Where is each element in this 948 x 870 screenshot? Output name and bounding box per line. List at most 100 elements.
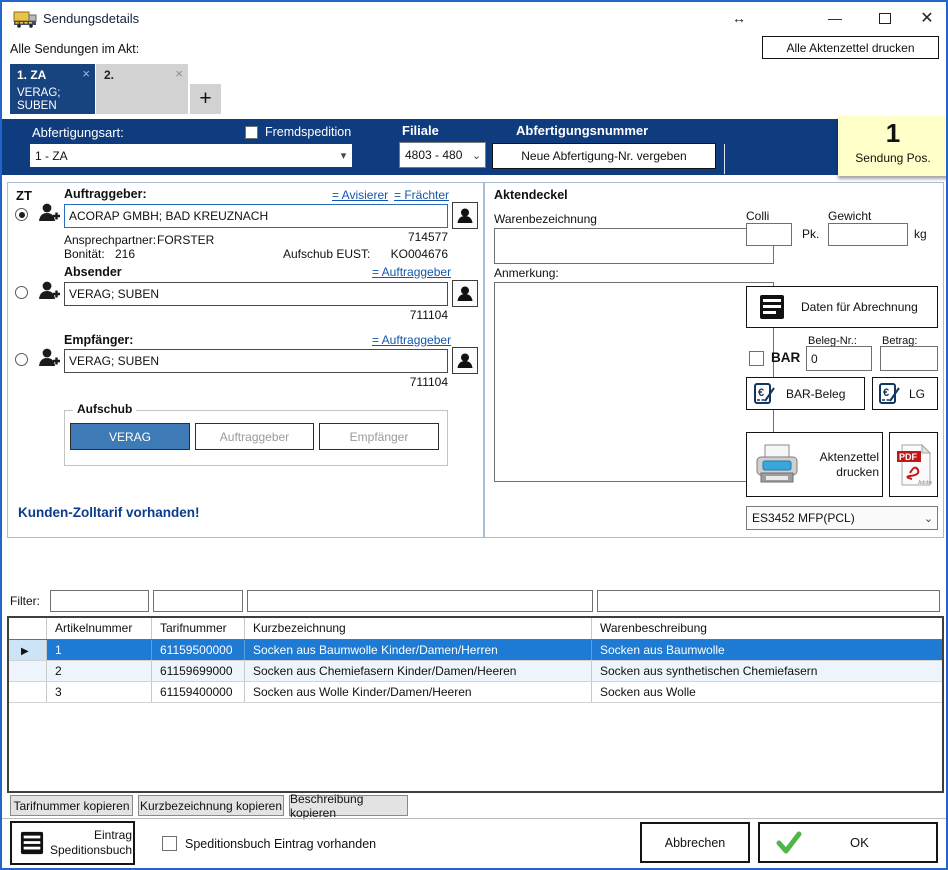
auftraggeber-input[interactable]	[64, 204, 448, 228]
table-row[interactable]: ▶161159500000Socken aus Baumwolle Kinder…	[9, 640, 942, 661]
row-marker[interactable]	[9, 661, 47, 681]
cell-artikelnummer[interactable]: 1	[47, 640, 152, 660]
minimize-icon[interactable]: —	[820, 7, 850, 29]
abfertigungsart-select[interactable]: 1 - ZA ▾	[30, 144, 352, 167]
articles-table-header: Artikelnummer Tarifnummer Kurzbezeichnun…	[9, 618, 942, 640]
cancel-button[interactable]: Abbrechen	[640, 822, 750, 863]
fremdspedition-checkbox[interactable]	[245, 126, 258, 139]
eintrag-speditionsbuch-button[interactable]: Eintrag Speditionsbuch	[10, 821, 135, 865]
sendung-pos-panel: 1 Sendung Pos.	[838, 116, 948, 176]
copy-beschreibung-button[interactable]: Beschreibung kopieren	[289, 795, 408, 816]
tab-shipment-2[interactable]: 2. ×	[96, 64, 188, 114]
header-warenbeschreibung[interactable]: Warenbeschreibung	[592, 618, 942, 639]
abfertigungsart-label: Abfertigungsart:	[32, 125, 124, 140]
tab-close-icon[interactable]: ×	[82, 66, 90, 81]
aufschub-auftraggeber-button[interactable]: Auftraggeber	[195, 423, 314, 450]
tab-shipment-1[interactable]: 1. ZA × VERAG; SUBEN	[10, 64, 95, 114]
header-kurzbezeichnung[interactable]: Kurzbezeichnung	[245, 618, 592, 639]
zt-label: ZT	[16, 188, 32, 203]
cell-kurzbezeichnung[interactable]: Socken aus Wolle Kinder/Damen/Heeren	[245, 682, 592, 702]
add-contact-icon[interactable]	[37, 346, 62, 371]
ok-label: OK	[850, 835, 869, 850]
cell-warenbeschreibung[interactable]: Socken aus Baumwolle	[592, 640, 942, 660]
absender-radio[interactable]	[15, 286, 28, 299]
fraechter-link[interactable]: = Frächter	[394, 188, 449, 202]
auftraggeber-radio[interactable]	[15, 208, 28, 221]
add-tab-button[interactable]: +	[190, 84, 221, 114]
absender-auftraggeber-link[interactable]: = Auftraggeber	[372, 265, 451, 279]
neue-abfertigungsnr-button[interactable]: Neue Abfertigung-Nr. vergeben	[492, 143, 716, 169]
filter-kurzbezeichnung-input[interactable]	[247, 590, 593, 612]
ok-button[interactable]: OK	[758, 822, 938, 863]
daten-fuer-abrechnung-button[interactable]: Daten für Abrechnung	[746, 286, 938, 328]
aufschub-empfaenger-button[interactable]: Empfänger	[319, 423, 439, 450]
bar-beleg-label: BAR-Beleg	[786, 387, 845, 401]
row-marker[interactable]	[9, 682, 47, 702]
cell-artikelnummer[interactable]: 2	[47, 661, 152, 681]
absender-input[interactable]	[64, 282, 448, 306]
printer-select[interactable]: ES3452 MFP(PCL) ⌄	[746, 506, 938, 530]
cell-kurzbezeichnung[interactable]: Socken aus Baumwolle Kinder/Damen/Herren	[245, 640, 592, 660]
aufschub-verag-button[interactable]: VERAG	[70, 423, 190, 450]
close-icon[interactable]: ✕	[912, 7, 942, 29]
cell-warenbeschreibung[interactable]: Socken aus synthetischen Chemiefasern	[592, 661, 942, 681]
copy-kurzbezeichnung-button[interactable]: Kurzbezeichnung kopieren	[138, 795, 284, 816]
print-all-aktenzettel-button[interactable]: Alle Aktenzettel drucken	[762, 36, 939, 59]
empfaenger-contact-button[interactable]	[452, 347, 478, 374]
header-artikelnummer[interactable]: Artikelnummer	[47, 618, 152, 639]
speditionsbuch-checkbox[interactable]	[162, 836, 177, 851]
cell-artikelnummer[interactable]: 3	[47, 682, 152, 702]
header-tarifnummer[interactable]: Tarifnummer	[152, 618, 245, 639]
table-row[interactable]: 261159699000Socken aus Chemiefasern Kind…	[9, 661, 942, 682]
empfaenger-auftraggeber-link[interactable]: = Auftraggeber	[372, 333, 451, 347]
list-icon	[759, 294, 785, 320]
filter-tarifnummer-input[interactable]	[153, 590, 243, 612]
svg-text:Adobe: Adobe	[918, 480, 932, 486]
auftraggeber-contact-button[interactable]	[452, 202, 478, 229]
maximize-icon[interactable]	[870, 7, 900, 29]
printer-value: ES3452 MFP(PCL)	[747, 511, 920, 525]
cell-warenbeschreibung[interactable]: Socken aus Wolle	[592, 682, 942, 702]
add-contact-icon[interactable]	[37, 201, 62, 226]
betrag-input[interactable]	[880, 346, 938, 371]
list-icon	[20, 831, 44, 855]
colli-input[interactable]	[746, 223, 792, 246]
tab-close-icon[interactable]: ×	[175, 66, 183, 81]
aktenzettel-drucken-button[interactable]: Aktenzettel drucken	[746, 432, 883, 497]
empfaenger-radio[interactable]	[15, 353, 28, 366]
colli-unit: Pk.	[802, 227, 819, 241]
aktendeckel-title: Aktendeckel	[494, 188, 568, 202]
filter-artikelnummer-input[interactable]	[50, 590, 149, 612]
bar-beleg-button[interactable]: € BAR-Beleg	[746, 377, 865, 410]
resize-icon[interactable]: ↔	[724, 7, 754, 29]
beleg-nr-input[interactable]	[806, 346, 872, 371]
auftraggeber-label: Auftraggeber:	[64, 187, 147, 201]
cell-kurzbezeichnung[interactable]: Socken aus Chemiefasern Kinder/Damen/Hee…	[245, 661, 592, 681]
add-contact-icon[interactable]	[37, 279, 62, 304]
avisierer-link[interactable]: = Avisierer	[332, 188, 388, 202]
anmerkung-input[interactable]	[494, 282, 774, 482]
cell-tarifnummer[interactable]: 61159400000	[152, 682, 245, 702]
lg-button[interactable]: € LG	[872, 377, 938, 410]
table-row[interactable]: 361159400000Socken aus Wolle Kinder/Dame…	[9, 682, 942, 703]
pdf-button[interactable]: PDF Adobe	[889, 432, 938, 497]
copy-tarifnummer-button[interactable]: Tarifnummer kopieren	[10, 795, 133, 816]
filiale-value: 4803 - 480	[400, 148, 468, 162]
chevron-down-icon: ⌄	[468, 149, 485, 162]
svg-text:€: €	[758, 387, 764, 399]
bar-checkbox[interactable]	[749, 351, 764, 366]
cell-tarifnummer[interactable]: 61159500000	[152, 640, 245, 660]
filter-warenbeschreibung-input[interactable]	[597, 590, 940, 612]
gewicht-input[interactable]	[828, 223, 908, 246]
empfaenger-input[interactable]	[64, 349, 448, 373]
row-marker[interactable]: ▶	[9, 640, 47, 660]
absender-contact-button[interactable]	[452, 280, 478, 307]
svg-text:€: €	[883, 387, 889, 399]
title-bar	[2, 2, 946, 35]
filiale-select[interactable]: 4803 - 480 ⌄	[399, 142, 486, 168]
warenbezeichnung-input[interactable]	[494, 228, 774, 264]
cell-tarifnummer[interactable]: 61159699000	[152, 661, 245, 681]
empfaenger-number: 711104	[342, 375, 448, 389]
sendungsdetails-window: Sendungsdetails ↔ — ✕ Alle Sendungen im …	[0, 0, 948, 870]
zolltarif-note: Kunden-Zolltarif vorhanden!	[18, 505, 200, 520]
